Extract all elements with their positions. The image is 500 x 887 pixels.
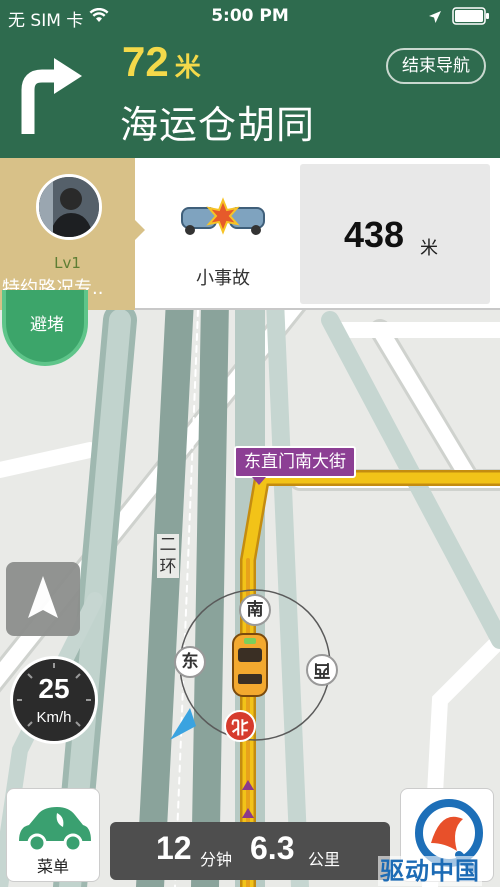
speedometer: 25 Km/h (10, 656, 98, 744)
clock: 5:00 PM (211, 6, 289, 26)
incident-panel[interactable]: Lv1 特约路况专.. 小事故 438 米 (0, 158, 500, 310)
avoid-congestion-label: 避堵 (30, 315, 64, 335)
distance-to-turn: 72 米 (122, 38, 201, 86)
current-road-label: 东直门南大街 (234, 446, 356, 485)
watermark-text: 驱动中国 (378, 856, 482, 886)
remaining-distance-unit: 公里 (308, 850, 341, 869)
car-marker-icon (232, 633, 268, 697)
compass-north: 北 (224, 710, 256, 742)
reporter-avatar (36, 174, 102, 240)
next-street-name: 海运仓胡同 (120, 103, 316, 147)
incident-type-label: 小事故 (196, 268, 250, 289)
incident-distance-value: 438 (344, 214, 405, 255)
car-menu-icon (19, 807, 91, 853)
speed-unit: Km/h (36, 709, 72, 726)
battery-icon (452, 7, 490, 30)
menu-button[interactable]: 菜单 (6, 788, 100, 882)
turn-right-icon (14, 52, 86, 139)
menu-label: 菜单 (36, 857, 69, 876)
navigation-header: 72 米 海运仓胡同 结束导航 (0, 34, 500, 158)
car-accident-icon (180, 196, 266, 244)
distance-to-turn-unit: 米 (174, 52, 201, 82)
compass-south: 南 (239, 594, 271, 626)
compass-west: 西 (306, 654, 338, 686)
ring-road-label: 二环 (157, 534, 179, 578)
status-bar: 无 SIM 卡 5:00 PM (0, 0, 500, 34)
distance-to-turn-value: 72 (122, 38, 169, 85)
speed-value: 25 (38, 673, 70, 704)
north-up-button[interactable] (6, 562, 80, 636)
incident-distance-unit: 米 (420, 238, 438, 259)
reporter-card[interactable]: Lv1 特约路况专.. (0, 158, 145, 310)
trip-summary: 12 分钟 6.3 公里 (110, 822, 390, 880)
remaining-distance-value: 6.3 (250, 830, 295, 866)
reporter-level: Lv1 (54, 254, 81, 272)
remaining-time-unit: 分钟 (200, 850, 233, 869)
incident-distance-box: 438 米 (300, 164, 490, 304)
end-navigation-button[interactable]: 结束导航 (386, 48, 486, 84)
compass-east: 东 (174, 646, 206, 678)
remaining-time-value: 12 (156, 830, 192, 866)
incident-info: 小事故 (150, 158, 296, 310)
location-arrow-icon (428, 9, 442, 29)
compass-arrow-icon (28, 576, 58, 618)
